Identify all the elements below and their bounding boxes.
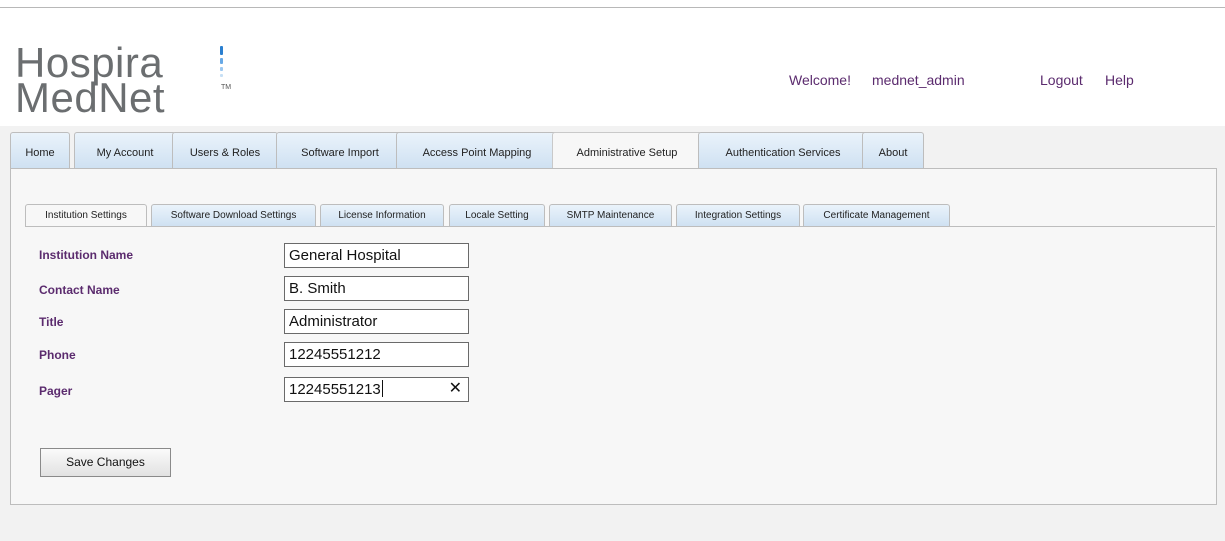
title-field[interactable]: Administrator: [284, 309, 469, 334]
tab-home[interactable]: Home: [10, 132, 70, 168]
logo-dots-icon: [220, 46, 224, 80]
tab-users-roles[interactable]: Users & Roles: [172, 132, 278, 168]
subtab-institution-settings[interactable]: Institution Settings: [25, 204, 147, 226]
subtab-smtp-maintenance[interactable]: SMTP Maintenance: [549, 204, 672, 226]
tab-administrative-setup[interactable]: Administrative Setup: [552, 132, 702, 168]
tab-software-import[interactable]: Software Import: [276, 132, 404, 168]
subtab-divider: [25, 226, 1215, 227]
subtab-integration-settings[interactable]: Integration Settings: [676, 204, 800, 226]
welcome-label: Welcome!: [789, 72, 851, 88]
title-label: Title: [39, 315, 64, 329]
tab-access-point-mapping[interactable]: Access Point Mapping: [396, 132, 558, 168]
save-changes-button[interactable]: Save Changes: [40, 448, 171, 477]
pager-label: Pager: [39, 384, 73, 398]
tab-authentication-services[interactable]: Authentication Services: [698, 132, 868, 168]
header: Hospira MedNet TM: [0, 8, 1225, 126]
help-link[interactable]: Help: [1105, 72, 1134, 88]
logout-link[interactable]: Logout: [1040, 72, 1083, 88]
subtab-certificate-management[interactable]: Certificate Management: [803, 204, 950, 226]
pager-field[interactable]: 12245551213 ✕: [284, 377, 469, 402]
subtab-locale-setting[interactable]: Locale Setting: [449, 204, 545, 226]
phone-field[interactable]: 12245551212: [284, 342, 469, 367]
subtab-software-download-settings[interactable]: Software Download Settings: [151, 204, 316, 226]
main-tab-bar: Home My Account Users & Roles Software I…: [10, 132, 1225, 168]
hospira-mednet-logo: Hospira MedNet TM: [15, 34, 275, 119]
tab-about[interactable]: About: [862, 132, 924, 168]
institution-name-field[interactable]: General Hospital: [284, 243, 469, 268]
logo-trademark: TM: [221, 84, 232, 91]
contact-name-label: Contact Name: [39, 283, 120, 297]
tab-my-account[interactable]: My Account: [74, 132, 176, 168]
phone-label: Phone: [39, 348, 76, 362]
institution-name-label: Institution Name: [39, 248, 134, 262]
text-caret: [381, 380, 383, 397]
contact-name-field[interactable]: B. Smith: [284, 276, 469, 301]
subtab-license-information[interactable]: License Information: [320, 204, 444, 226]
logo-line-2: MedNet: [15, 74, 166, 121]
pager-value: 12245551213: [289, 381, 381, 398]
username-label: mednet_admin: [872, 72, 965, 88]
close-icon[interactable]: ✕: [449, 379, 462, 399]
